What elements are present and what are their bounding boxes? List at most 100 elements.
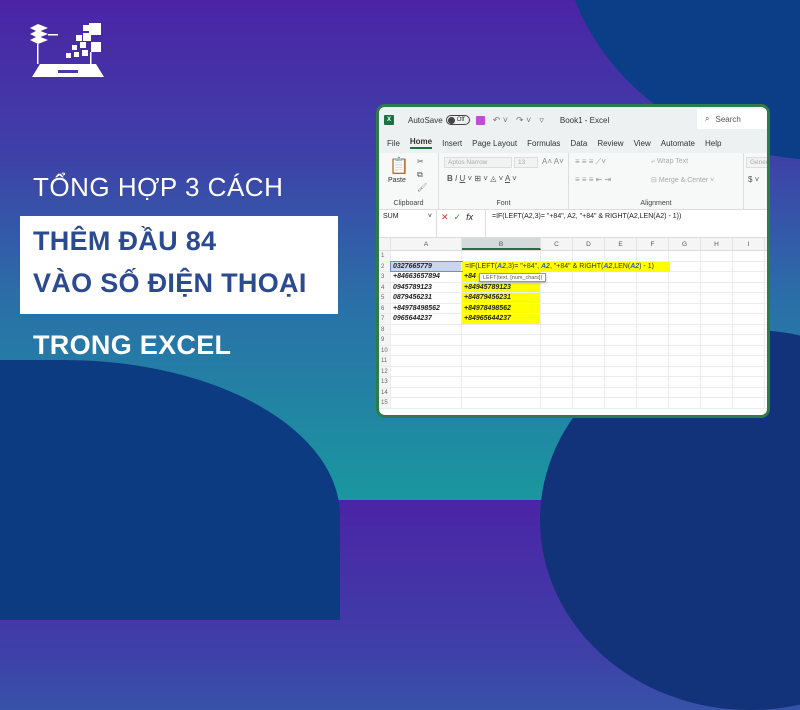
cell-a[interactable]: 0327665779 xyxy=(390,260,463,272)
cell[interactable] xyxy=(637,335,669,345)
cell[interactable] xyxy=(733,282,765,292)
cut-icon[interactable]: ✂ xyxy=(417,157,424,166)
cell[interactable] xyxy=(701,356,733,366)
cell[interactable] xyxy=(573,366,605,376)
cell[interactable] xyxy=(701,366,733,376)
row-number[interactable]: 1 xyxy=(379,251,391,261)
cell-b[interactable] xyxy=(462,251,541,261)
cell[interactable] xyxy=(701,272,733,282)
cell[interactable] xyxy=(541,366,573,376)
tab-automate[interactable]: Automate xyxy=(661,139,695,148)
row-number[interactable]: 3 xyxy=(379,272,391,282)
cell[interactable] xyxy=(733,366,765,376)
cell[interactable] xyxy=(605,356,637,366)
cell[interactable] xyxy=(733,272,765,282)
cell[interactable] xyxy=(637,293,669,303)
cell-b[interactable]: +84945789123 xyxy=(462,282,541,292)
col-header-f[interactable]: F xyxy=(637,238,669,250)
cell-a[interactable] xyxy=(391,324,462,334)
tab-file[interactable]: File xyxy=(387,139,400,148)
cell[interactable] xyxy=(701,303,733,313)
tab-view[interactable]: View xyxy=(634,139,651,148)
cell[interactable] xyxy=(669,314,701,324)
row-number[interactable]: 9 xyxy=(379,335,391,345)
tab-data[interactable]: Data xyxy=(570,139,587,148)
cell[interactable] xyxy=(701,345,733,355)
save-icon[interactable] xyxy=(475,115,485,125)
cell[interactable] xyxy=(573,345,605,355)
cell[interactable] xyxy=(733,293,765,303)
row-number[interactable]: 2 xyxy=(379,261,391,271)
cell-a[interactable]: 0965644237 xyxy=(391,314,462,324)
cell[interactable] xyxy=(541,251,573,261)
col-header-a[interactable]: A xyxy=(391,238,462,250)
cell-b[interactable] xyxy=(462,335,541,345)
row-number[interactable]: 12 xyxy=(379,366,391,376)
cell[interactable] xyxy=(605,377,637,387)
cell-b[interactable] xyxy=(462,366,541,376)
cell[interactable] xyxy=(669,251,701,261)
cell[interactable] xyxy=(605,272,637,282)
cell[interactable] xyxy=(669,303,701,313)
cell[interactable] xyxy=(605,314,637,324)
cell-b[interactable]: +84879456231 xyxy=(462,293,541,303)
cell-a[interactable]: 0879456231 xyxy=(391,293,462,303)
cell[interactable] xyxy=(701,335,733,345)
copy-icon[interactable]: ⧉ xyxy=(417,170,423,180)
cell[interactable] xyxy=(637,345,669,355)
cell-a[interactable] xyxy=(391,356,462,366)
cell-a[interactable] xyxy=(391,398,462,408)
cell[interactable] xyxy=(701,314,733,324)
cell[interactable] xyxy=(701,398,733,408)
cell[interactable] xyxy=(573,251,605,261)
cell[interactable] xyxy=(669,398,701,408)
formula-input[interactable]: =IF(LEFT(A2,3)= "+84", A2, "+84" & RIGHT… xyxy=(485,210,767,237)
cell[interactable] xyxy=(573,387,605,397)
col-header-g[interactable]: G xyxy=(669,238,701,250)
cell[interactable] xyxy=(541,398,573,408)
wrap-text-button[interactable]: ⤶ Wrap Text xyxy=(651,158,688,166)
cell-a[interactable] xyxy=(391,345,462,355)
cell[interactable] xyxy=(701,293,733,303)
cell-b[interactable]: +84965644237 xyxy=(462,314,541,324)
col-header-e[interactable]: E xyxy=(605,238,637,250)
cell[interactable] xyxy=(541,356,573,366)
cell[interactable] xyxy=(573,314,605,324)
cell-a[interactable]: +84978498562 xyxy=(391,303,462,313)
cell[interactable] xyxy=(733,387,765,397)
tab-review[interactable]: Review xyxy=(597,139,623,148)
cell[interactable] xyxy=(605,303,637,313)
font-style-buttons[interactable]: B I U ˅ ⊞ ˅ ◬ ˅ A ˅ xyxy=(447,174,517,183)
cell[interactable] xyxy=(637,282,669,292)
customize-toolbar-icon[interactable]: ▿ xyxy=(539,115,544,126)
cell-b[interactable]: +84978498562 xyxy=(462,303,541,313)
cell[interactable] xyxy=(733,261,765,271)
cell[interactable] xyxy=(541,293,573,303)
row-number[interactable]: 14 xyxy=(379,387,391,397)
cell[interactable] xyxy=(701,251,733,261)
tab-formulas[interactable]: Formulas xyxy=(527,139,560,148)
row-number[interactable]: 8 xyxy=(379,324,391,334)
row-number[interactable]: 11 xyxy=(379,356,391,366)
cell[interactable] xyxy=(541,303,573,313)
insert-function-icon[interactable]: fx xyxy=(466,212,473,237)
horizontal-align-buttons[interactable]: ≡ ≡ ≡ ⇤ ⇥ xyxy=(575,175,611,184)
col-header-h[interactable]: H xyxy=(701,238,733,250)
row-number[interactable]: 6 xyxy=(379,303,391,313)
cell[interactable] xyxy=(733,303,765,313)
tab-insert[interactable]: Insert xyxy=(442,139,462,148)
cell[interactable] xyxy=(637,356,669,366)
paste-icon[interactable]: 📋 xyxy=(389,156,409,176)
cell[interactable] xyxy=(669,293,701,303)
vertical-align-buttons[interactable]: ≡ ≡ ≡ ⟋˅ xyxy=(575,157,606,167)
cell[interactable] xyxy=(669,282,701,292)
cell[interactable] xyxy=(733,377,765,387)
cell[interactable] xyxy=(701,324,733,334)
cell[interactable] xyxy=(669,345,701,355)
format-painter-icon[interactable]: 🖌 xyxy=(417,183,427,192)
cell[interactable] xyxy=(733,345,765,355)
col-header-b[interactable]: B xyxy=(462,238,541,250)
enter-icon[interactable]: ✓ xyxy=(454,212,462,237)
cell[interactable] xyxy=(605,398,637,408)
cell[interactable] xyxy=(573,398,605,408)
